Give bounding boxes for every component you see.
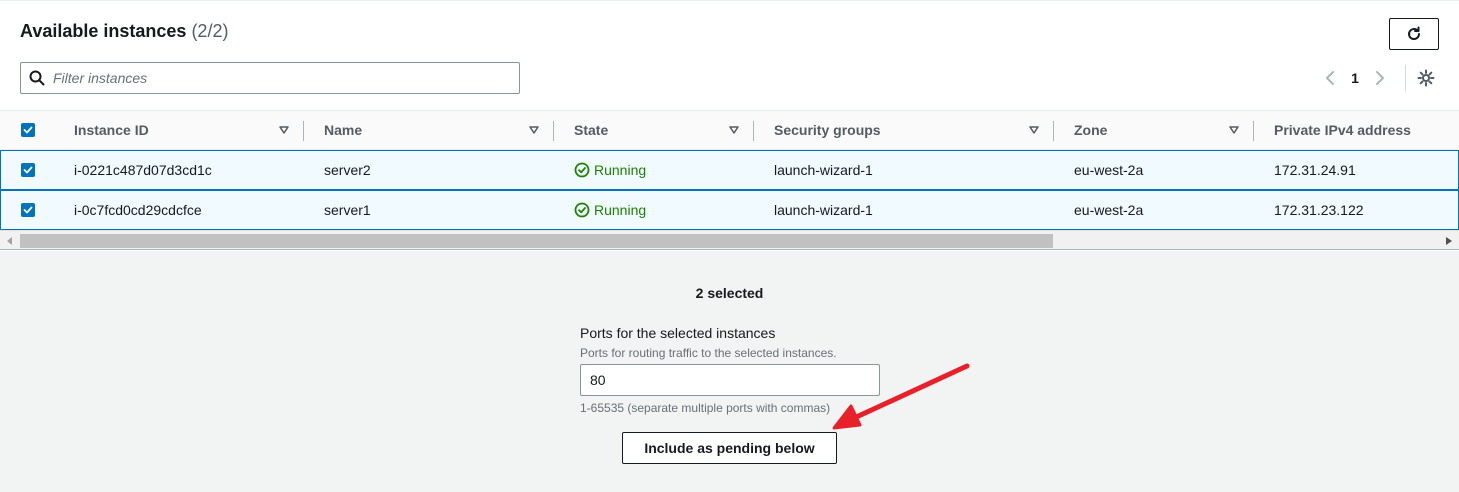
- sort-triangle-icon: [1229, 126, 1239, 134]
- sort-state-button[interactable]: [729, 111, 739, 149]
- ports-input[interactable]: [580, 364, 880, 396]
- private-ipv4-cell: 172.31.24.91: [1274, 162, 1356, 178]
- row-checkbox[interactable]: [21, 163, 35, 177]
- column-divider[interactable]: [553, 121, 554, 141]
- zone-cell: eu-west-2a: [1074, 202, 1144, 218]
- next-page-button[interactable]: [1370, 67, 1390, 89]
- state-label: Running: [594, 202, 647, 218]
- sort-security-groups-button[interactable]: [1029, 111, 1039, 149]
- checkmark-icon: [23, 126, 33, 134]
- state-cell: Running: [574, 151, 646, 189]
- ports-label: Ports for the selected instances: [580, 325, 776, 341]
- search-icon: [29, 70, 45, 86]
- filter-instances-field[interactable]: [20, 62, 520, 94]
- column-header-instance-id[interactable]: Instance ID: [74, 111, 149, 149]
- check-circle-icon: [574, 162, 590, 178]
- state-label: Running: [594, 162, 647, 178]
- chevron-left-icon: [1326, 71, 1334, 85]
- ports-constraint-hint: 1-65535 (separate multiple ports with co…: [580, 401, 831, 415]
- table-row[interactable]: i-0c7fcd0cd29cdcfce server1 Running laun…: [0, 190, 1459, 230]
- instance-id-cell: i-0c7fcd0cd29cdcfce: [74, 202, 202, 218]
- include-as-pending-button[interactable]: Include as pending below: [622, 432, 837, 464]
- security-groups-cell: launch-wizard-1: [774, 202, 873, 218]
- private-ipv4-cell: 172.31.23.122: [1274, 202, 1364, 218]
- panel-title: Available instances (2/2): [20, 21, 228, 42]
- table-row[interactable]: i-0221c487d07d3cd1c server2 Running laun…: [0, 150, 1459, 190]
- selected-count: 2 selected: [695, 285, 764, 301]
- chevron-right-icon: [1376, 71, 1384, 85]
- name-cell: server2: [324, 162, 371, 178]
- column-header-zone[interactable]: Zone: [1074, 111, 1107, 149]
- column-divider[interactable]: [1053, 121, 1054, 141]
- sort-triangle-icon: [529, 126, 539, 134]
- previous-page-button[interactable]: [1320, 67, 1340, 89]
- row-select-cell: [21, 151, 35, 189]
- column-header-state[interactable]: State: [574, 111, 608, 149]
- column-header-name[interactable]: Name: [324, 111, 362, 149]
- panel-title-text: Available instances: [20, 21, 187, 41]
- checkmark-icon: [23, 166, 33, 174]
- column-divider[interactable]: [753, 121, 754, 141]
- security-groups-cell: launch-wizard-1: [774, 162, 873, 178]
- refresh-button[interactable]: [1389, 18, 1439, 50]
- column-divider[interactable]: [303, 121, 304, 141]
- ports-description: Ports for routing traffic to the selecte…: [580, 346, 837, 360]
- preferences-button[interactable]: [1416, 68, 1436, 88]
- gear-icon: [1417, 69, 1435, 87]
- row-checkbox[interactable]: [21, 203, 35, 217]
- refresh-icon: [1408, 26, 1421, 40]
- pagination: 1: [1320, 67, 1390, 89]
- instances-table: Instance ID Name State Security groups Z…: [0, 110, 1459, 230]
- scrollbar-thumb[interactable]: [20, 234, 1053, 248]
- instance-id-cell: i-0221c487d07d3cd1c: [74, 162, 212, 178]
- sort-name-button[interactable]: [529, 111, 539, 149]
- scroll-right-button[interactable]: [1441, 231, 1457, 251]
- check-circle-icon: [574, 202, 590, 218]
- panel-title-count: (2/2): [191, 21, 229, 41]
- select-all-checkbox[interactable]: [21, 123, 35, 137]
- available-instances-panel: Available instances (2/2) 1: [0, 0, 1459, 251]
- scroll-left-button[interactable]: [2, 231, 18, 251]
- row-select-cell: [21, 191, 35, 229]
- triangle-right-icon: [1446, 237, 1452, 245]
- sort-instance-id-button[interactable]: [279, 111, 289, 149]
- current-page-number[interactable]: 1: [1346, 70, 1364, 86]
- column-divider[interactable]: [1253, 121, 1254, 141]
- pagination-divider: [1405, 65, 1406, 91]
- table-header: Instance ID Name State Security groups Z…: [0, 110, 1459, 150]
- horizontal-scrollbar[interactable]: [0, 230, 1459, 250]
- name-cell: server1: [324, 202, 371, 218]
- zone-cell: eu-west-2a: [1074, 162, 1144, 178]
- triangle-left-icon: [7, 237, 12, 245]
- sort-triangle-icon: [1029, 126, 1039, 134]
- column-header-security-groups[interactable]: Security groups: [774, 111, 881, 149]
- checkmark-icon: [23, 206, 33, 214]
- sort-zone-button[interactable]: [1229, 111, 1239, 149]
- select-all-cell: [21, 111, 35, 149]
- column-header-private-ipv4[interactable]: Private IPv4 address: [1274, 111, 1411, 149]
- state-cell: Running: [574, 191, 646, 229]
- sort-triangle-icon: [729, 126, 739, 134]
- filter-instances-input[interactable]: [53, 70, 493, 86]
- sort-triangle-icon: [279, 126, 289, 134]
